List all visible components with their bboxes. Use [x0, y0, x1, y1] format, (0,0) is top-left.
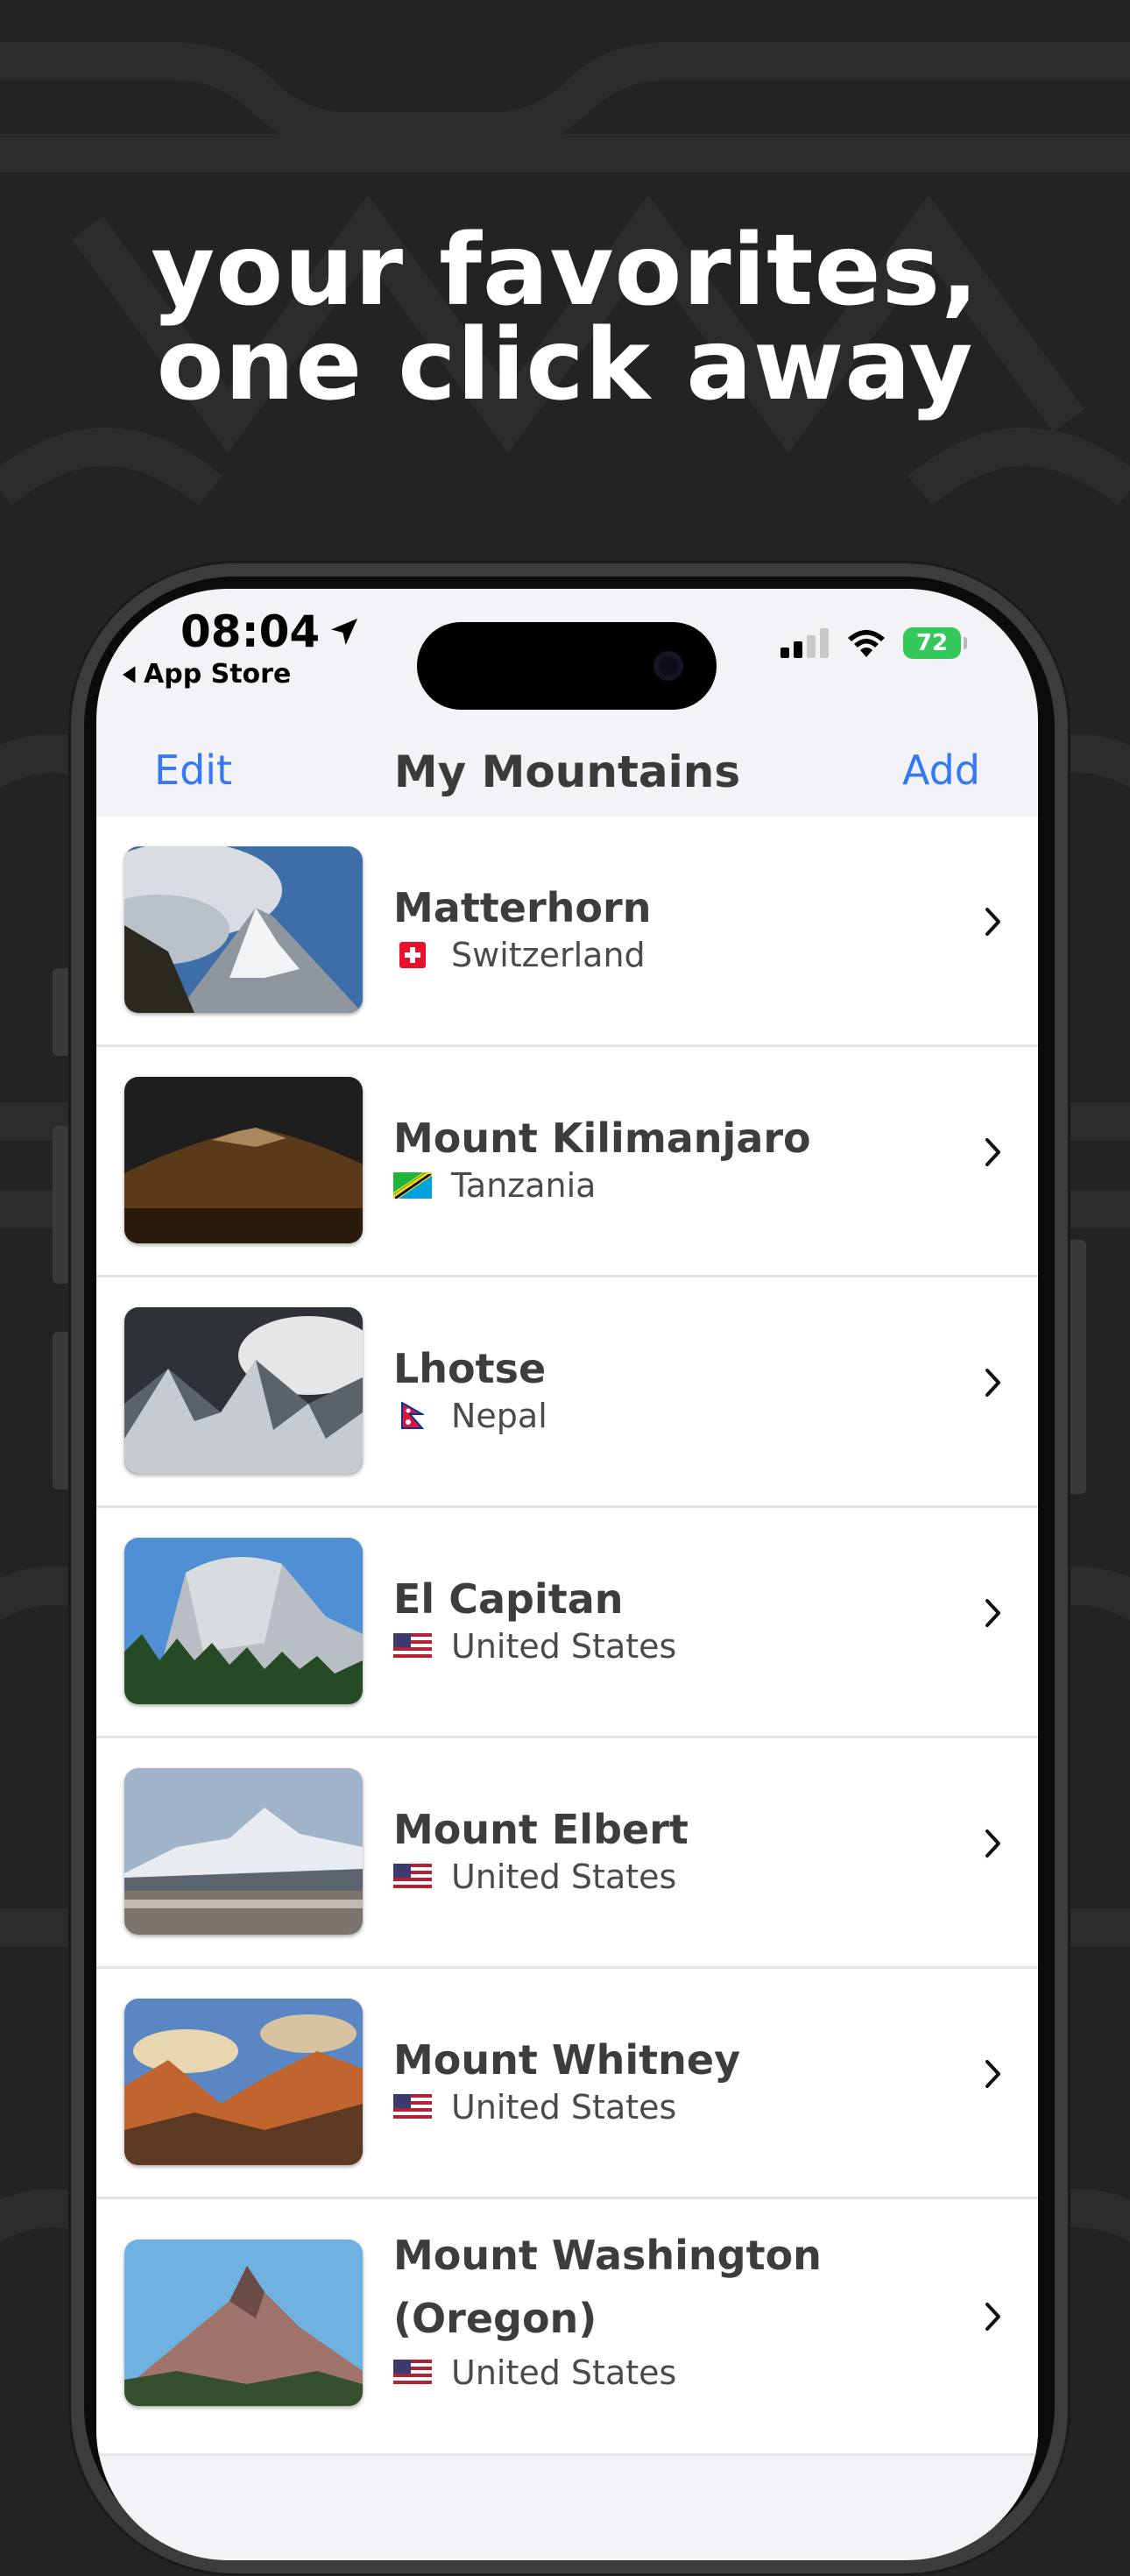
country-name: Tanzania	[451, 1166, 597, 1205]
country-name: United States	[451, 2088, 677, 2127]
phone-screen: 08:04 App Store 72 Edit My Mountains Add	[96, 589, 1038, 2560]
back-to-app-store[interactable]: App Store	[123, 659, 291, 690]
mountain-name: Mount Elbert	[393, 1806, 689, 1853]
list-item[interactable]: Mount Washington (Oregon) United States	[96, 2199, 1038, 2456]
us-flag-icon	[393, 1633, 432, 1660]
us-flag-icon	[393, 2360, 432, 2386]
chevron-right-icon	[985, 2060, 1000, 2088]
mountain-photo	[124, 2240, 363, 2406]
country-name: United States	[451, 2353, 677, 2392]
switzerland-flag-icon	[393, 942, 432, 968]
list-item[interactable]: Lhotse Nepal	[96, 1277, 1038, 1508]
navigation-bar: Edit My Mountains Add	[96, 711, 1038, 817]
country-name: United States	[451, 1627, 677, 1666]
chevron-right-icon	[985, 1369, 1000, 1397]
list-item[interactable]: Mount Elbert United States	[96, 1738, 1038, 1969]
country: United States	[393, 2353, 676, 2392]
country: United States	[393, 1858, 676, 1896]
battery-icon: 72	[903, 627, 967, 659]
list-item[interactable]: Matterhorn Switzerland	[96, 817, 1038, 1047]
mountain-list: Matterhorn Switzerland Mount Kilimanjaro…	[96, 817, 1038, 2456]
back-triangle-icon	[123, 665, 136, 683]
mountain-name: El Capitan	[393, 1575, 624, 1623]
camera-icon	[653, 651, 683, 681]
country-name: Switzerland	[451, 936, 646, 974]
us-flag-icon	[393, 2094, 432, 2120]
us-flag-icon	[393, 1864, 432, 1890]
chevron-right-icon	[985, 908, 1000, 936]
mountain-name: Lhotse	[393, 1345, 547, 1392]
headline: your favorites, one click away	[0, 214, 1130, 422]
list-item[interactable]: Mount Whitney United States	[96, 1969, 1038, 2199]
status-clock: 08:04	[180, 606, 362, 657]
headline-line-1: your favorites,	[151, 214, 979, 328]
country: Tanzania	[393, 1166, 596, 1205]
nepal-flag-icon	[393, 1402, 432, 1429]
wifi-icon	[848, 630, 885, 657]
headline-line-2: one click away	[156, 308, 974, 422]
country-name: Nepal	[451, 1397, 547, 1435]
country: Switzerland	[393, 936, 646, 974]
list-item[interactable]: El Capitan United States	[96, 1508, 1038, 1738]
chevron-right-icon	[985, 1138, 1000, 1166]
tanzania-flag-icon	[393, 1172, 432, 1199]
mountain-name: Matterhorn	[393, 884, 652, 931]
country-name: United States	[451, 1858, 677, 1896]
chevron-right-icon	[985, 1829, 1000, 1858]
page-title: My Mountains	[393, 747, 741, 797]
mountain-name: Mount Washington (Oregon)	[393, 2232, 822, 2342]
mountain-name: Mount Whitney	[393, 2036, 741, 2084]
battery-level: 72	[915, 630, 949, 656]
mountain-photo	[124, 1768, 363, 1935]
status-time: 08:04	[180, 606, 321, 657]
back-app-label: App Store	[144, 659, 292, 690]
mountain-photo	[124, 1307, 363, 1474]
chevron-right-icon	[985, 1599, 1000, 1627]
country: United States	[393, 1627, 676, 1666]
dynamic-island	[417, 622, 717, 710]
mountain-photo	[124, 846, 363, 1013]
location-arrow-icon	[331, 619, 358, 645]
mountain-photo	[124, 1999, 363, 2165]
chevron-right-icon	[985, 2303, 1000, 2331]
mountain-photo	[124, 1077, 363, 1243]
add-button[interactable]: Add	[902, 747, 980, 794]
mountain-photo	[124, 1538, 363, 1704]
country: United States	[393, 2088, 676, 2127]
cellular-signal-icon	[780, 628, 829, 658]
country: Nepal	[393, 1397, 547, 1435]
list-item[interactable]: Mount Kilimanjaro Tanzania	[96, 1047, 1038, 1277]
status-indicators: 72	[780, 627, 967, 659]
mountain-name: Mount Kilimanjaro	[393, 1115, 811, 1162]
